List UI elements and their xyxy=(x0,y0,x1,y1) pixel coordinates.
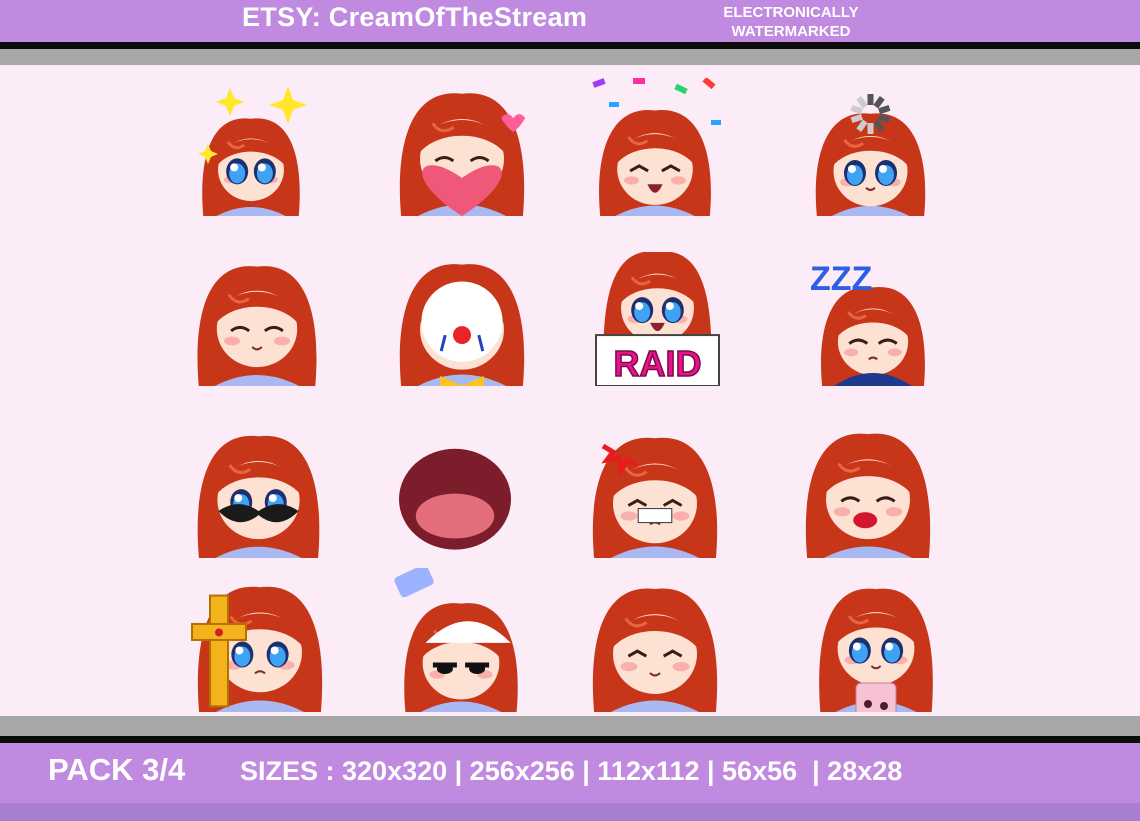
angry-rage-emote-art xyxy=(592,437,718,558)
kiss-emote-art xyxy=(805,433,931,558)
watermark-line-1: ELECTRONICALLY xyxy=(723,4,859,21)
big-laugh-emote xyxy=(392,418,532,558)
sizes-label: SIZES : 320x320 | 256x256 | 112x112 | 56… xyxy=(240,756,903,786)
loading-emote xyxy=(802,84,939,216)
bottom-divider xyxy=(0,736,1140,743)
mustache-emote xyxy=(190,420,327,558)
clown-emote-art xyxy=(399,264,525,386)
boba-tea-emote-art xyxy=(819,588,933,712)
kiss-emote xyxy=(798,418,938,558)
pack-label: PACK 3/4 xyxy=(48,752,186,787)
sleepy-zzz-emote-art: ZZZ xyxy=(810,260,925,386)
shop-title: ETSY: CreamOfTheStream xyxy=(242,2,588,32)
holy-cross-emote-art xyxy=(191,586,323,712)
giggle-emote xyxy=(585,574,725,712)
salt-emote-art xyxy=(394,568,518,712)
boba-tea-emote xyxy=(812,580,940,712)
watermark-notice: ELECTRONICALLY WATERMARKED xyxy=(696,3,886,41)
big-laugh-emote-art xyxy=(399,448,511,550)
facepalm-emote xyxy=(190,250,324,386)
clown-emote xyxy=(392,252,532,386)
confetti-cheer-emote xyxy=(585,78,725,216)
heart-hug-emote-art xyxy=(399,93,526,216)
mustache-emote-art xyxy=(197,435,320,558)
raid-sign-text: RAID xyxy=(614,343,702,384)
zzz-text: ZZZ xyxy=(810,260,872,298)
sleepy-zzz-emote: ZZZ xyxy=(808,256,938,386)
footer-bar-base xyxy=(0,803,1140,821)
sparkle-shy-emote-art xyxy=(198,86,307,216)
sparkle-shy-emote xyxy=(190,80,312,216)
loading-emote-art xyxy=(815,94,926,216)
salt-emote xyxy=(390,568,532,712)
bottom-grey-band xyxy=(0,716,1140,736)
top-divider xyxy=(0,42,1140,49)
angry-rage-emote xyxy=(585,428,725,558)
raid-sign-emote: RAID xyxy=(590,252,725,386)
top-grey-band xyxy=(0,49,1140,65)
watermark-line-2: WATERMARKED xyxy=(731,23,851,40)
raid-sign-emote-art: RAID xyxy=(595,252,720,386)
facepalm-emote-art xyxy=(197,266,317,386)
heart-hug-emote xyxy=(392,80,532,216)
confetti-cheer-emote-art xyxy=(592,78,721,216)
giggle-emote-art xyxy=(592,588,718,712)
holy-cross-emote xyxy=(190,570,330,712)
